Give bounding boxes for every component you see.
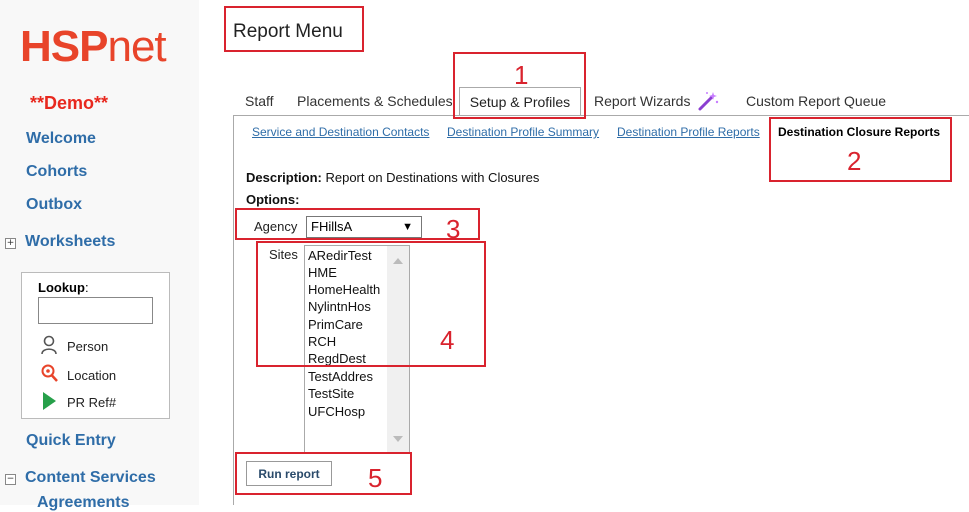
subtab-profile-reports[interactable]: Destination Profile Reports (617, 125, 760, 139)
tab-staff[interactable]: Staff (245, 93, 274, 109)
lookup-person[interactable]: Person (40, 335, 108, 358)
person-icon (40, 335, 60, 358)
nav-cohorts[interactable]: Cohorts (26, 163, 87, 181)
nav-quick-entry[interactable]: Quick Entry (26, 432, 116, 450)
description: Description: Report on Destinations with… (246, 170, 540, 185)
options-label: Options: (246, 192, 300, 207)
nav-outbox[interactable]: Outbox (26, 196, 82, 214)
lookup-location-label: Location (67, 368, 117, 383)
logo-hsp: HSP (20, 22, 108, 71)
lookup-location[interactable]: Location (40, 364, 116, 387)
annotation-number-1: 1 (514, 60, 529, 90)
subtab-contacts[interactable]: Service and Destination Contacts (252, 125, 429, 139)
lookup-prref[interactable]: PR Ref# (40, 391, 116, 414)
scroll-down-icon[interactable] (393, 436, 403, 442)
lookup-input[interactable] (38, 297, 153, 324)
lookup-label: Lookup: (38, 280, 89, 295)
magic-wand-icon[interactable] (697, 90, 719, 117)
annotation-number-3: 3 (446, 214, 461, 244)
lookup-prref-label: PR Ref# (67, 395, 117, 410)
nav-content-services[interactable]: Content Services (25, 469, 156, 487)
tab-placements[interactable]: Placements & Schedules (297, 93, 453, 109)
site-option[interactable]: UFCHosp (308, 403, 365, 420)
annotation-number-4: 4 (440, 325, 455, 355)
nav-agreements[interactable]: Agreements (37, 494, 129, 512)
page-title: Report Menu (233, 21, 343, 42)
expand-worksheets-icon[interactable]: + (5, 238, 16, 249)
play-icon (40, 391, 60, 414)
location-search-icon (40, 364, 60, 387)
annotation-number-5: 5 (368, 463, 383, 493)
annotation-number-2: 2 (847, 146, 862, 176)
nav-welcome[interactable]: Welcome (26, 130, 96, 148)
site-option[interactable]: TestSite (308, 385, 354, 402)
lookup-person-label: Person (67, 339, 109, 354)
demo-label: **Demo** (30, 93, 109, 113)
tab-custom-report-queue[interactable]: Custom Report Queue (746, 93, 886, 109)
subtab-profile-summary[interactable]: Destination Profile Summary (447, 125, 599, 139)
site-option[interactable]: TestAddres (308, 368, 373, 385)
logo-net: net (107, 22, 166, 71)
annotation-box-3 (235, 208, 480, 240)
lookup-box: Lookup: Person Location PR Ref# (21, 272, 170, 419)
collapse-content-services-icon[interactable]: − (5, 474, 16, 485)
nav-worksheets[interactable]: Worksheets (25, 233, 115, 251)
annotation-box-5 (235, 452, 412, 495)
hspnet-logo[interactable]: HSPnet (20, 22, 167, 72)
sidebar: HSPnet **Demo** Welcome Cohorts Outbox +… (0, 0, 199, 511)
tab-report-wizards[interactable]: Report Wizards (594, 93, 690, 109)
